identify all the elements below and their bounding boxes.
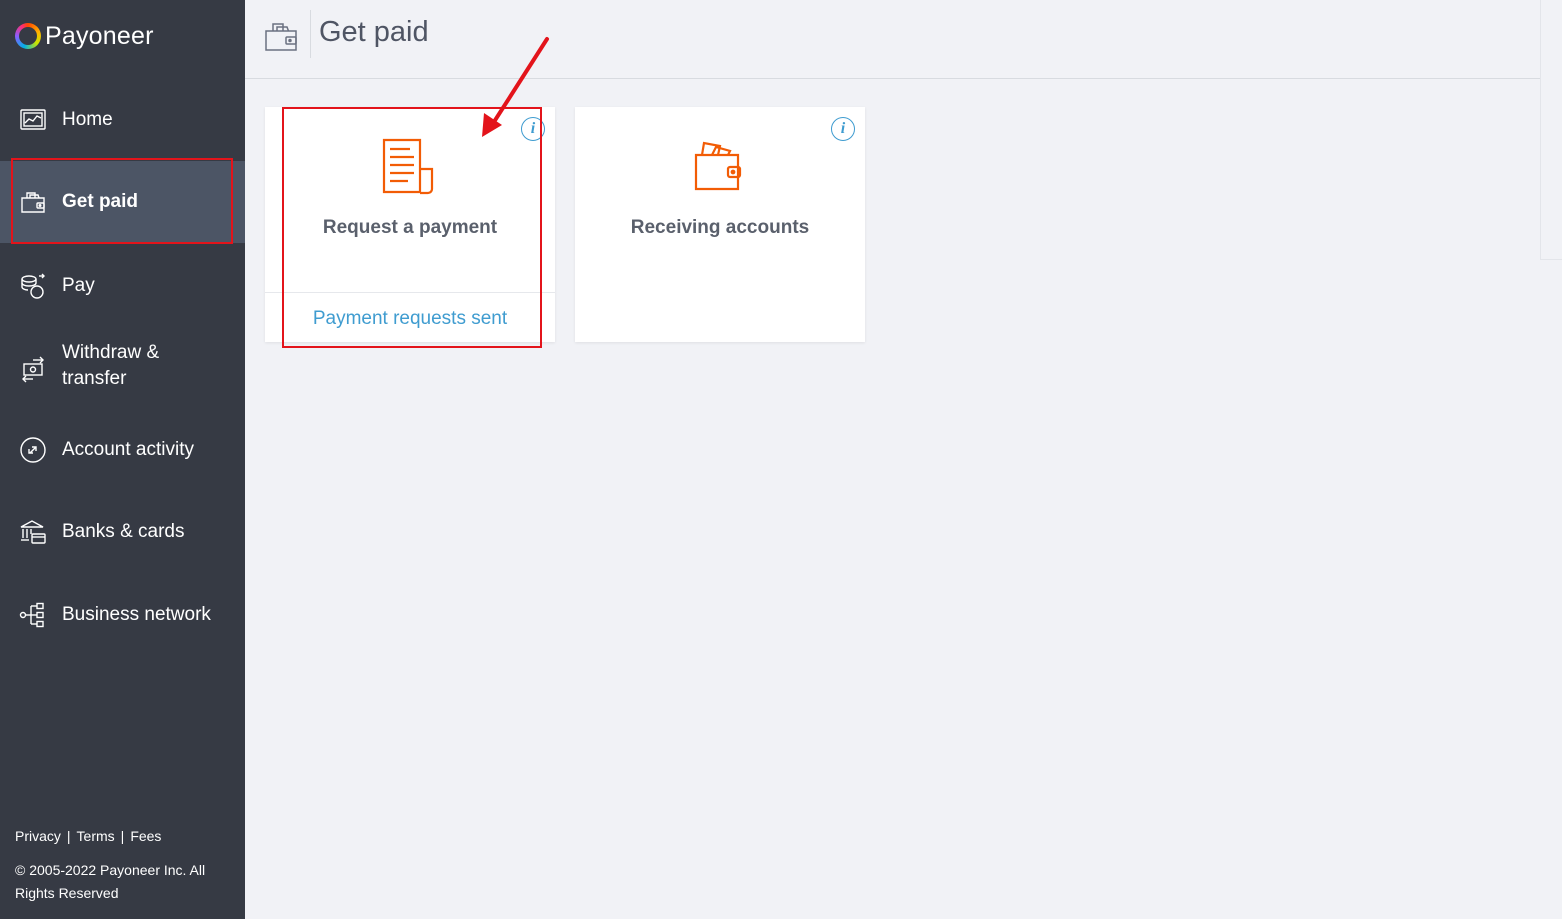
sidebar-item-label: Withdraw & transfer xyxy=(62,340,159,392)
privacy-link[interactable]: Privacy xyxy=(15,828,61,844)
sidebar-item-banks-cards[interactable]: Banks & cards xyxy=(0,506,245,558)
right-edge-divider-horizontal xyxy=(1540,259,1562,260)
network-icon xyxy=(19,602,44,628)
footer-separator: | xyxy=(66,828,71,844)
sidebar-item-label: Business network xyxy=(62,604,211,625)
sidebar: Payoneer Home Get paid Pay Withdraw & tr… xyxy=(0,0,245,919)
fees-link[interactable]: Fees xyxy=(130,828,161,844)
withdraw-line-1: Withdraw & xyxy=(62,342,160,363)
footer-links: Privacy | Terms | Fees xyxy=(15,828,161,844)
logo-text: Payoneer xyxy=(45,21,154,50)
sidebar-item-withdraw-transfer[interactable]: Withdraw & transfer xyxy=(0,340,245,398)
logo-ring-icon xyxy=(15,23,41,49)
card-receiving-accounts[interactable]: i Receiving accounts xyxy=(575,107,865,342)
footer-separator: | xyxy=(120,828,125,844)
wallet-cards-icon xyxy=(694,141,742,191)
header-divider xyxy=(310,10,311,58)
card-title: Receiving accounts xyxy=(630,217,810,238)
terms-link[interactable]: Terms xyxy=(77,828,115,844)
coins-icon xyxy=(21,273,45,299)
activity-icon xyxy=(20,437,46,463)
copyright: © 2005-2022 Payoneer Inc. All Rights Res… xyxy=(15,862,206,901)
sidebar-item-label: Home xyxy=(62,109,113,130)
sidebar-item-account-activity[interactable]: Account activity xyxy=(0,424,245,476)
right-edge-panel xyxy=(1540,0,1562,919)
transfer-icon xyxy=(22,356,44,383)
page-title: Get paid xyxy=(319,16,429,48)
sidebar-item-pay[interactable]: Pay xyxy=(0,260,245,312)
page-header: Get paid xyxy=(245,0,1540,79)
annotation-box-get-paid xyxy=(11,158,233,244)
bank-icon xyxy=(20,520,46,544)
sidebar-item-business-network[interactable]: Business network xyxy=(0,589,245,641)
annotation-arrow xyxy=(482,37,549,137)
sidebar-item-label: Banks & cards xyxy=(62,521,185,542)
info-icon[interactable]: i xyxy=(831,117,855,141)
right-edge-divider xyxy=(1540,0,1541,260)
sidebar-item-label: Pay xyxy=(62,275,95,296)
chart-screen-icon xyxy=(20,109,46,130)
wallet-icon xyxy=(265,23,297,51)
sidebar-item-home[interactable]: Home xyxy=(0,94,245,146)
withdraw-line-2: transfer xyxy=(62,368,127,389)
payoneer-logo[interactable]: Payoneer xyxy=(15,21,154,51)
sidebar-item-label: Account activity xyxy=(62,439,194,460)
